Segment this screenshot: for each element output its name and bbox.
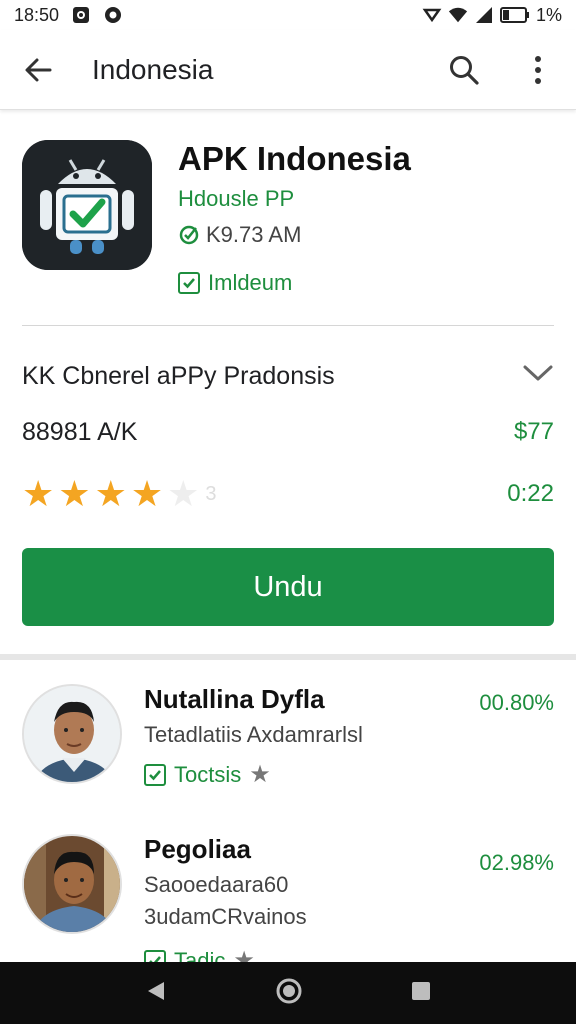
size-text: 88981 A/K <box>22 417 138 446</box>
rating-row: ★ ★ ★ ★ ★ 3 0:22 <box>22 474 554 514</box>
circle-app-icon <box>103 5 123 25</box>
avatar <box>22 684 122 784</box>
triangle-back-icon <box>147 981 164 1000</box>
check-badge-icon <box>178 272 200 294</box>
more-vert-icon <box>535 55 541 84</box>
search-icon <box>450 55 479 85</box>
star-filled-icon: ★ <box>94 473 127 514</box>
review-tag: Toctsis ★ <box>144 760 271 789</box>
reviewer-name: Pegoliaa <box>144 834 251 864</box>
app-logo-icon[interactable] <box>22 140 152 270</box>
price-text: $77 <box>513 418 554 445</box>
star-icon: ★ <box>249 761 271 788</box>
rating-trail: 3 <box>205 482 217 505</box>
status-time: 18:50 <box>14 4 60 25</box>
divider <box>22 325 554 326</box>
back-arrow-icon <box>25 58 52 81</box>
notification-icon <box>71 5 91 25</box>
install-button[interactable]: Undu <box>22 548 554 626</box>
review-tag-text: Toctsis <box>174 761 242 787</box>
data-saver-icon <box>422 5 442 25</box>
app-name: APK Indonesia <box>178 140 411 177</box>
wifi-icon <box>448 5 468 25</box>
nav-home-button[interactable] <box>275 977 303 1010</box>
battery-icon <box>499 5 530 25</box>
square-recents-icon <box>412 981 431 1000</box>
review-percent: 02.98% <box>479 850 554 875</box>
chevron-down-icon[interactable] <box>522 362 554 390</box>
status-bar: 18:50 1% <box>0 0 576 30</box>
star-filled-icon: ★ <box>58 473 91 514</box>
app-badge-text: Imldeum <box>208 270 293 295</box>
nav-recents-button[interactable] <box>410 980 432 1007</box>
reviewer-subtitle: Saooedaara60 <box>144 872 289 897</box>
star-filled-icon: ★ <box>130 473 164 514</box>
app-bar: Indonesia <box>0 30 576 110</box>
search-button[interactable] <box>444 50 484 90</box>
reviewer-name: Nutallina Dyfla <box>144 684 325 714</box>
app-developer-link[interactable]: Hdousle PP <box>178 186 294 212</box>
star-empty-icon: ★ <box>167 473 200 514</box>
rating-time: 0:22 <box>507 480 554 507</box>
signal-icon <box>474 5 494 25</box>
page-title: Indonesia <box>92 53 214 85</box>
star-filled-icon: ★ <box>22 473 55 514</box>
system-nav-bar <box>0 962 576 1024</box>
more-options-button[interactable] <box>518 50 558 90</box>
star-rating: ★ ★ ★ ★ ★ <box>22 476 199 512</box>
check-badge-icon <box>144 763 166 786</box>
review-item[interactable]: Pegoliaa 02.98% Saooedaara60 3udamCRvain… <box>22 834 554 974</box>
battery-percent: 1% <box>535 4 562 25</box>
review-percent: 00.80% <box>479 690 554 715</box>
avatar <box>22 834 122 934</box>
review-item[interactable]: Nutallina Dyfla 00.80% Tetadlatiis Axdam… <box>22 684 554 824</box>
circle-home-icon <box>276 978 302 1003</box>
nav-back-button[interactable] <box>144 979 168 1008</box>
reviewer-subtitle: Tetadlatiis Axdamrarlsl <box>144 722 363 747</box>
section-divider <box>0 654 576 660</box>
size-row: 88981 A/K $77 <box>22 414 554 450</box>
clock-check-icon <box>179 225 199 245</box>
app-header: APK Indonesia Hdousle PP K9.73 AM Imldeu… <box>22 140 554 295</box>
app-badge: Imldeum <box>178 270 292 296</box>
reviewer-subtitle-secondary: 3udamCRvainos <box>144 904 307 929</box>
category-row[interactable]: KK Cbnerel aPPy Pradonsis <box>22 356 554 396</box>
app-time-text: K9.73 AM <box>206 222 302 247</box>
app-time: K9.73 AM <box>178 222 301 248</box>
back-button[interactable] <box>18 50 58 90</box>
category-text: KK Cbnerel aPPy Pradonsis <box>22 361 335 390</box>
